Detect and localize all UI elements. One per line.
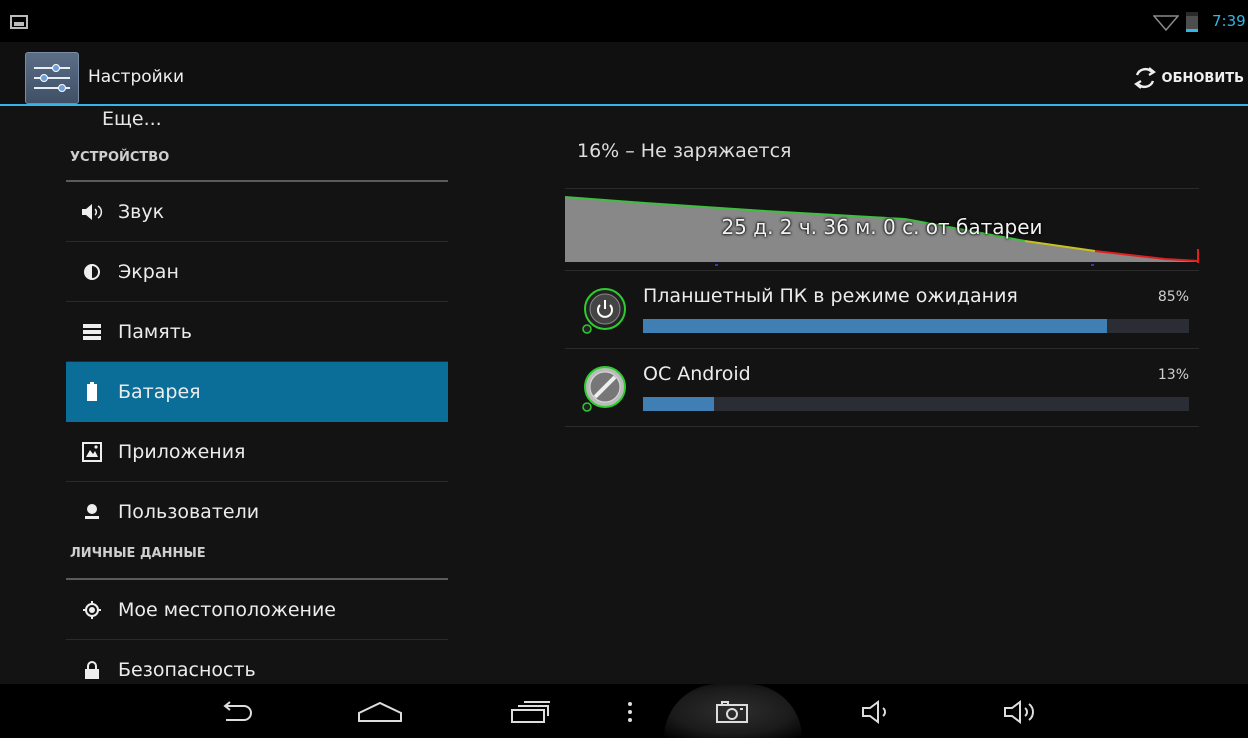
user-icon [78, 502, 106, 522]
sidebar-item-more[interactable]: Еще... [102, 110, 162, 128]
usage-row-android[interactable]: ОС Android 13% [565, 348, 1199, 426]
battery-icon [78, 382, 106, 402]
sidebar-item-label: Безопасность [118, 659, 256, 681]
usage-bar-fill [643, 397, 714, 411]
category-personal-header: ЛИЧНЫЕ ДАННЫЕ [66, 546, 448, 580]
sidebar-item-label: Память [118, 320, 192, 343]
lock-icon [78, 660, 106, 680]
screenshot-icon [716, 701, 748, 723]
usage-row-standby[interactable]: Планшетный ПК в режиме ожидания 85% [565, 270, 1199, 348]
sidebar-item-sound[interactable]: Звук [66, 182, 448, 242]
category-personal-label: ЛИЧНЫЕ ДАННЫЕ [70, 546, 206, 561]
settings-content: Еще... УСТРОЙСТВО Звук Экран Память Бата… [0, 106, 1248, 684]
status-bar: 7:39 [0, 0, 1248, 42]
storage-icon [78, 323, 106, 341]
sidebar-item-label: Экран [118, 260, 179, 283]
usage-label: Планшетный ПК в режиме ожидания [643, 285, 1018, 307]
sidebar-item-label: Батарея [118, 381, 201, 403]
sidebar-item-battery[interactable]: Батарея [66, 362, 448, 422]
page-title: Настройки [88, 67, 185, 87]
category-device-label: УСТРОЙСТВО [70, 150, 170, 165]
sidebar-item-display[interactable]: Экран [66, 242, 448, 302]
navigation-bar [0, 684, 1248, 738]
list-divider [565, 426, 1199, 427]
apps-icon [78, 441, 106, 462]
home-icon [358, 701, 402, 722]
sidebar-item-users[interactable]: Пользователи [66, 482, 448, 542]
sidebar-item-storage[interactable]: Память [66, 302, 448, 362]
brightness-icon [78, 262, 106, 282]
volume-down-button[interactable] [858, 690, 898, 734]
screenshot-button[interactable] [708, 690, 756, 734]
sidebar-item-location[interactable]: Мое местоположение [66, 580, 448, 640]
volume-up-button[interactable] [1000, 690, 1044, 734]
sidebar-item-apps[interactable]: Приложения [66, 422, 448, 482]
usage-bar-track [643, 397, 1189, 411]
power-icon [582, 288, 626, 334]
home-button[interactable] [354, 690, 406, 734]
graph-duration-label: 25 д. 2 ч. 36 м. 0 с. от батареи [721, 215, 1043, 239]
recents-button[interactable] [506, 690, 556, 734]
back-button[interactable] [212, 690, 260, 734]
sidebar-item-label: Пользователи [118, 501, 260, 523]
category-device-header: УСТРОЙСТВО [66, 150, 448, 182]
back-icon [223, 701, 252, 721]
volume-up-icon [1004, 700, 1034, 724]
menu-icon [628, 702, 632, 722]
usage-bar-track [643, 319, 1189, 333]
sliders-icon [34, 64, 70, 92]
sidebar-item-security[interactable]: Безопасность [66, 640, 448, 684]
refresh-icon [1133, 67, 1156, 89]
clock: 7:39 [1212, 12, 1246, 30]
battery-status-icon [1186, 12, 1198, 32]
sidebar-item-label: Приложения [118, 440, 246, 463]
usage-percent: 85% [1157, 289, 1189, 305]
settings-app-icon[interactable] [25, 52, 79, 104]
usage-label: ОС Android [643, 363, 751, 385]
menu-button[interactable] [620, 690, 640, 734]
refresh-label: ОБНОВИТЬ [1161, 70, 1244, 86]
battery-history-graph[interactable]: 25 д. 2 ч. 36 м. 0 с. от батареи [564, 188, 1200, 269]
sidebar-item-label: Мое местоположение [118, 598, 336, 621]
speaker-icon [78, 202, 106, 222]
image-notification-icon [10, 15, 28, 29]
battery-status-text: 16% – Не заряжается [577, 140, 792, 162]
refresh-button[interactable]: ОБНОВИТЬ [1132, 65, 1244, 91]
action-bar: Настройки ОБНОВИТЬ [0, 42, 1248, 106]
wifi-icon [1153, 15, 1179, 31]
android-icon [582, 366, 626, 412]
sidebar-item-label: Звук [118, 200, 165, 223]
usage-bar-fill [643, 319, 1108, 333]
volume-down-icon [862, 700, 886, 724]
recents-icon [511, 701, 550, 723]
usage-percent: 13% [1157, 367, 1189, 383]
location-icon [78, 600, 106, 620]
